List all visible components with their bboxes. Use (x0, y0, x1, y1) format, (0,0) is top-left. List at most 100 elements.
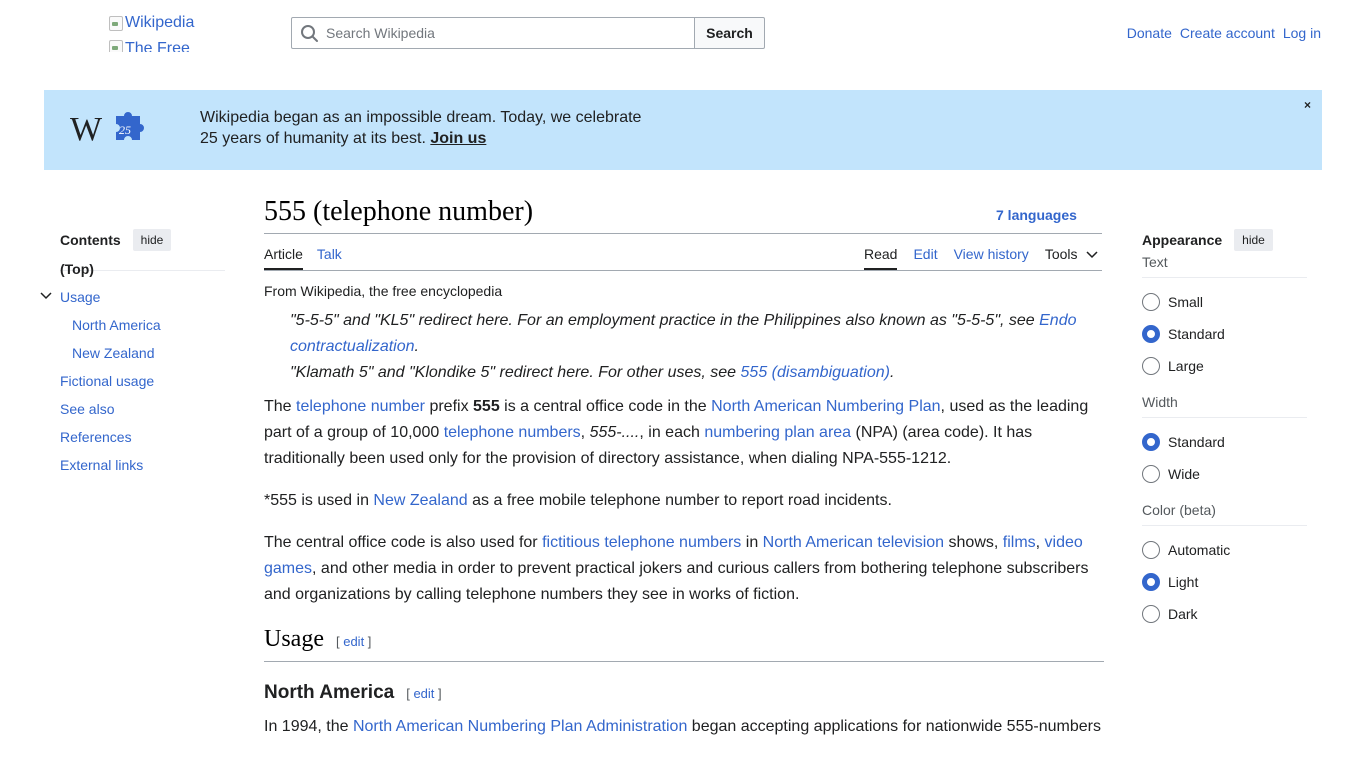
toc-item-see-also[interactable]: See also (60, 395, 225, 423)
paragraph: The central office code is also used for… (264, 534, 1089, 603)
hatnote-text: "5-5-5" and "KL5" redirect here. For an … (290, 312, 1040, 329)
search-field[interactable] (291, 17, 695, 49)
tab-view-history[interactable]: View history (954, 246, 1029, 270)
paragraph: In 1994, the North American Numbering Pl… (264, 718, 1101, 735)
title-divider (264, 233, 1102, 234)
view-tabs: Read Edit View history Tools (864, 246, 1098, 270)
radio-text-standard[interactable]: Standard (1142, 318, 1307, 350)
anniversary-banner: W 25 Wikipedia began as an impossible dr… (44, 90, 1322, 170)
search-icon (301, 25, 318, 42)
languages-button[interactable]: 7 languages (996, 207, 1077, 223)
radio-button[interactable] (1142, 605, 1160, 623)
radio-color-dark[interactable]: Dark (1142, 598, 1307, 630)
radio-button[interactable] (1142, 465, 1160, 483)
search-button[interactable]: Search (694, 17, 765, 49)
article-body: From Wikipedia, the free encyclopedia "5… (264, 282, 1104, 756)
radio-width-standard[interactable]: Standard (1142, 426, 1307, 458)
edit-section-usage: [ edit ] (335, 634, 372, 649)
toc-item-north-america[interactable]: North America (60, 311, 225, 339)
group-label-width: Width (1142, 394, 1307, 418)
wikipedia-25-logo: W 25 (70, 111, 144, 148)
color-group: Color (beta) Automatic Light Dark (1142, 502, 1307, 630)
radio-button[interactable] (1142, 541, 1160, 559)
group-label-color: Color (beta) (1142, 502, 1307, 526)
appearance-title: Appearance (1142, 232, 1223, 248)
broken-image-icon (109, 40, 123, 52)
toc-item-usage[interactable]: Usage (40, 283, 225, 311)
join-us-link[interactable]: Join us (430, 130, 486, 147)
link-nanp[interactable]: North American Numbering Plan (711, 398, 940, 415)
hatnote: "5-5-5" and "KL5" redirect here. For an … (290, 312, 1077, 355)
radio-color-automatic[interactable]: Automatic (1142, 534, 1307, 566)
toc-external-links-label[interactable]: External links (60, 457, 143, 473)
donate-link[interactable]: Donate (1127, 25, 1172, 41)
link-films[interactable]: films (1003, 534, 1036, 551)
width-group: Width Standard Wide (1142, 394, 1307, 490)
radio-color-light[interactable]: Light (1142, 566, 1307, 598)
toc-item-fictional-usage[interactable]: Fictional usage (60, 367, 225, 395)
user-links: Donate Create account Log in (1127, 25, 1321, 41)
chevron-down-icon (1085, 251, 1098, 259)
group-label-text: Text (1142, 254, 1307, 278)
tools-label: Tools (1044, 246, 1078, 262)
svg-text:25: 25 (119, 123, 131, 137)
tab-talk[interactable]: Talk (317, 246, 342, 270)
broken-image-icon (109, 15, 123, 31)
link-nanpa[interactable]: North American Numbering Plan Administra… (353, 718, 687, 735)
tab-edit[interactable]: Edit (913, 246, 937, 270)
link-fictitious-numbers[interactable]: fictitious telephone numbers (542, 534, 741, 551)
appearance-hide-button[interactable]: hide (1234, 229, 1273, 251)
toc-north-america-label[interactable]: North America (72, 317, 161, 333)
link-new-zealand[interactable]: New Zealand (373, 492, 467, 509)
radio-width-wide[interactable]: Wide (1142, 458, 1307, 490)
search-input[interactable] (322, 19, 694, 47)
link-telephone-number[interactable]: telephone number (296, 398, 425, 415)
link-telephone-numbers[interactable]: telephone numbers (444, 424, 581, 441)
toc-new-zealand-label[interactable]: New Zealand (72, 345, 155, 361)
hatnote: "Klamath 5" and "Klondike 5" redirect he… (290, 364, 895, 381)
svg-text:W: W (70, 111, 103, 148)
radio-text-large[interactable]: Large (1142, 350, 1307, 382)
edit-link[interactable]: edit (343, 634, 364, 649)
chevron-down-icon[interactable] (40, 283, 52, 321)
toc-fictional-usage-label[interactable]: Fictional usage (60, 373, 154, 389)
edit-section-north-america: [ edit ] (406, 686, 442, 701)
banner-line-1: Wikipedia began as an impossible dream. … (200, 109, 642, 126)
toc-item-external-links[interactable]: External links (60, 451, 225, 479)
wikipedia-logo[interactable]: Wikipedia (109, 14, 194, 32)
toc-item-new-zealand[interactable]: New Zealand (60, 339, 225, 367)
tabs-divider (264, 270, 1102, 271)
paragraph: The telephone number prefix 555 is a cen… (264, 398, 1089, 467)
toc-references-label[interactable]: References (60, 429, 132, 445)
hatnote-text: "Klamath 5" and "Klondike 5" redirect he… (290, 364, 741, 381)
paragraph: *555 is used in New Zealand as a free mo… (264, 492, 892, 509)
link-north-american-television[interactable]: North American television (763, 534, 944, 551)
radio-button-selected[interactable] (1142, 573, 1160, 591)
edit-link[interactable]: edit (413, 686, 434, 701)
radio-button[interactable] (1142, 357, 1160, 375)
tab-article[interactable]: Article (264, 246, 303, 270)
link-numbering-plan-area[interactable]: numbering plan area (704, 424, 851, 441)
wikipedia-tagline-image: The Free (109, 40, 190, 52)
radio-button-selected[interactable] (1142, 325, 1160, 343)
site-subtitle: From Wikipedia, the free encyclopedia (264, 283, 503, 299)
tab-read[interactable]: Read (864, 246, 898, 270)
toc-item-references[interactable]: References (60, 423, 225, 451)
radio-text-small[interactable]: Small (1142, 286, 1307, 318)
text-size-group: Text Small Standard Large (1142, 254, 1307, 382)
create-account-link[interactable]: Create account (1180, 25, 1275, 41)
hatnote-link-disambiguation[interactable]: 555 (disambiguation) (741, 364, 890, 381)
toc-title: Contents (60, 232, 121, 248)
banner-line-2: 25 years of humanity at its best. (200, 130, 426, 147)
toc-item-top[interactable]: (Top) (60, 255, 225, 283)
log-in-link[interactable]: Log in (1283, 25, 1321, 41)
section-heading-usage: Usage [ edit ] (264, 626, 1104, 662)
tools-menu[interactable]: Tools (1045, 246, 1098, 270)
toc-see-also-label[interactable]: See also (60, 401, 114, 417)
toc-usage-label[interactable]: Usage (60, 289, 100, 305)
close-icon[interactable]: × (1304, 98, 1311, 112)
radio-button[interactable] (1142, 293, 1160, 311)
logo-alt-text: Wikipedia (125, 14, 195, 31)
toc-hide-button[interactable]: hide (132, 229, 172, 251)
radio-button-selected[interactable] (1142, 433, 1160, 451)
